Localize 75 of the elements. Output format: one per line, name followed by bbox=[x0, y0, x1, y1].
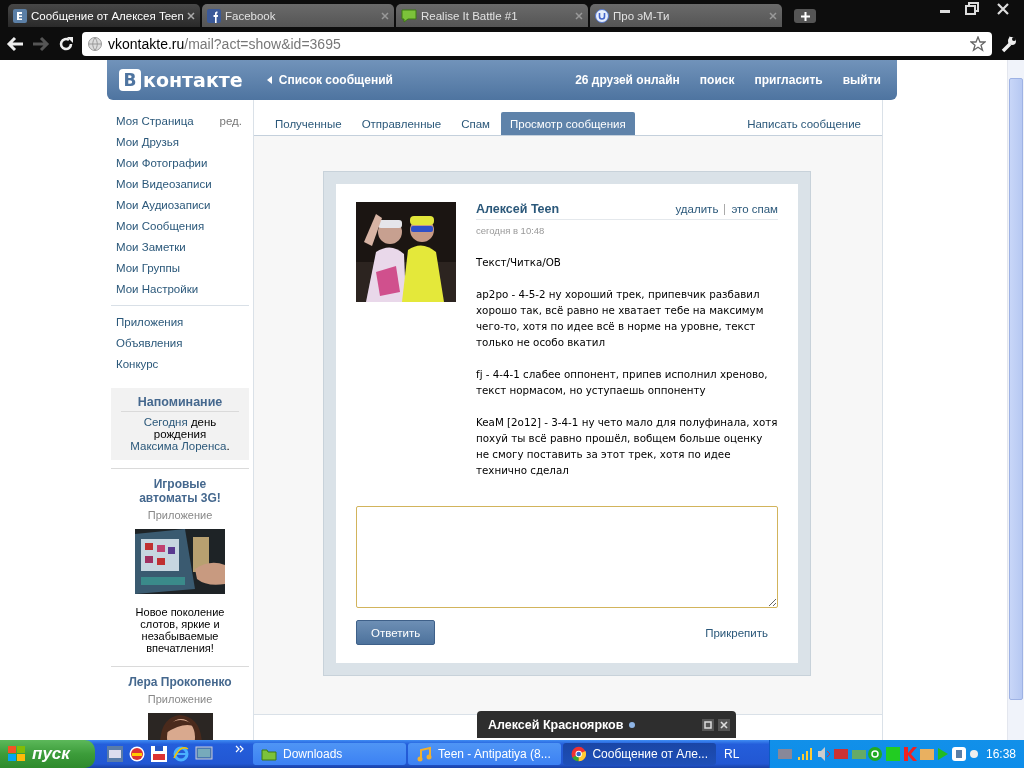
back-arrow-icon[interactable] bbox=[6, 35, 24, 52]
message-text: Текст/Читка/ОВ bbox=[476, 255, 562, 270]
browser-tab[interactable]: Сообщение от Алексея Teen bbox=[8, 4, 200, 27]
header-link[interactable]: поиск bbox=[699, 73, 735, 87]
compose-link[interactable]: Написать сообщение bbox=[738, 112, 870, 135]
browser-tab[interactable]: Про эМ-Ти bbox=[590, 4, 782, 27]
profile-link[interactable]: Сегодня bbox=[143, 416, 188, 428]
sidebar-item[interactable]: Мои Настройки bbox=[111, 278, 249, 299]
header-link[interactable]: 26 друзей онлайн bbox=[575, 73, 680, 87]
edit-link[interactable]: ред. bbox=[219, 114, 242, 127]
url-field[interactable]: vkontakte.ru/mail?act=show&id=3695 bbox=[82, 31, 992, 56]
speech-bubble-icon bbox=[401, 8, 417, 23]
monitor-icon[interactable] bbox=[107, 746, 123, 762]
sidebar-item[interactable]: Мои Видеозаписи bbox=[111, 173, 249, 194]
sidebar-item[interactable]: Конкурс bbox=[111, 353, 249, 374]
language-indicator[interactable]: RL bbox=[724, 747, 746, 761]
logo[interactable]: В контакте bbox=[119, 69, 243, 91]
new-tab-icon[interactable] bbox=[800, 11, 810, 21]
clock: 16:38 bbox=[985, 747, 1016, 761]
flag-circle-icon[interactable] bbox=[129, 746, 145, 762]
facebook-icon bbox=[207, 8, 221, 23]
reply-button[interactable]: Ответить bbox=[356, 620, 436, 645]
forward-arrow-icon[interactable] bbox=[32, 35, 50, 52]
sidebar-item[interactable]: Мои Фотографии bbox=[111, 152, 249, 173]
mail-tab[interactable]: Просмотр сообщения bbox=[501, 112, 635, 135]
sidebar-item[interactable]: Мои Аудиозаписи bbox=[111, 194, 249, 215]
attach-link[interactable]: Прикрепить bbox=[705, 626, 768, 639]
spam-link[interactable]: это спам bbox=[731, 203, 778, 215]
windows-logo-icon bbox=[8, 746, 26, 762]
chat-name: Алексей Красноярков bbox=[488, 717, 624, 732]
reload-icon[interactable] bbox=[58, 35, 74, 52]
sidebar-item[interactable]: Мои Друзья bbox=[111, 131, 249, 152]
sidebar-item[interactable]: Мои Группы bbox=[111, 257, 249, 278]
message-date: сегодня в 10:48 bbox=[476, 225, 546, 236]
sidebar-item[interactable]: Приложения bbox=[111, 311, 249, 332]
triangle-left-icon bbox=[266, 76, 272, 84]
back-link[interactable]: Список сообщений bbox=[266, 73, 393, 87]
taskbar-button[interactable]: Сообщение от Але... bbox=[563, 743, 716, 765]
message-text: ap2po - 4-5-2 ну хороший трек, припевчик разбавил хорошо так, всё равно не хватает тебе на максимум чего-то, хотя по идее всё в норме на уровне, текст только не особо вкатил bbox=[476, 287, 765, 350]
reminder-text: Сегодня день рождения Максима Лоренса. bbox=[129, 416, 231, 452]
sidebar-item[interactable]: Мои Сообщения bbox=[111, 215, 249, 236]
close-icon[interactable] bbox=[718, 718, 730, 731]
scrollbar[interactable] bbox=[1007, 60, 1024, 740]
star-icon[interactable] bbox=[970, 35, 986, 52]
sidebar-item[interactable]: Объявления bbox=[111, 332, 249, 353]
reply-field[interactable] bbox=[356, 506, 778, 608]
tray-icons-drawing[interactable] bbox=[777, 746, 978, 762]
browser-tab[interactable]: Realise It Battle #1 bbox=[396, 4, 588, 27]
music-note-icon bbox=[416, 746, 432, 762]
message-text: KeaM [2o12] - 3-4-1 ну чето мало для полуфинала, хотя похуй ты всё равно прошёл, вобщем больше оценку не смогу поставить за этот трек, хотя по идее технично сделал bbox=[476, 415, 778, 478]
folder-icon bbox=[261, 747, 277, 761]
sidebar-item[interactable]: Мои Заметки bbox=[111, 236, 249, 257]
mail-tab[interactable]: Полученные bbox=[266, 112, 351, 135]
ad-title[interactable]: Игровые автоматы 3G! bbox=[125, 477, 235, 505]
chevron-icon[interactable] bbox=[235, 745, 245, 755]
chrome-icon bbox=[571, 746, 587, 762]
reminder-title: Напоминание bbox=[121, 395, 239, 412]
browser-e-icon[interactable] bbox=[173, 746, 189, 762]
floppy-icon[interactable] bbox=[151, 746, 167, 762]
sidebar-item[interactable]: Моя Страница bbox=[116, 114, 194, 127]
ad-subtitle: Приложение bbox=[147, 509, 213, 521]
header-link[interactable]: выйти bbox=[842, 73, 881, 87]
chat-popup[interactable]: Алексей Красноярков bbox=[477, 711, 736, 738]
mail-tab[interactable]: Отправленные bbox=[352, 112, 451, 135]
header-link[interactable]: пригласить bbox=[754, 73, 823, 87]
mail-tab[interactable]: Спам bbox=[452, 112, 499, 135]
ad-subtitle: Приложение bbox=[147, 693, 213, 705]
ad-text: Новое поколение слотов, яркие и незабываемые впечатления! bbox=[134, 606, 226, 654]
ad-title[interactable]: Лера Прокопенко bbox=[125, 675, 235, 689]
window-icon[interactable] bbox=[702, 718, 714, 731]
browser-tab[interactable]: Facebook bbox=[202, 4, 394, 27]
author-name[interactable]: Алексей Teen bbox=[476, 202, 560, 216]
wrench-icon[interactable] bbox=[1000, 34, 1018, 53]
delete-link[interactable]: удалить bbox=[675, 203, 719, 215]
message-text: fj - 4-4-1 слабее оппонент, припев исполнил хреново, текст нормасом, но уступаешь оппоненту bbox=[476, 367, 769, 398]
